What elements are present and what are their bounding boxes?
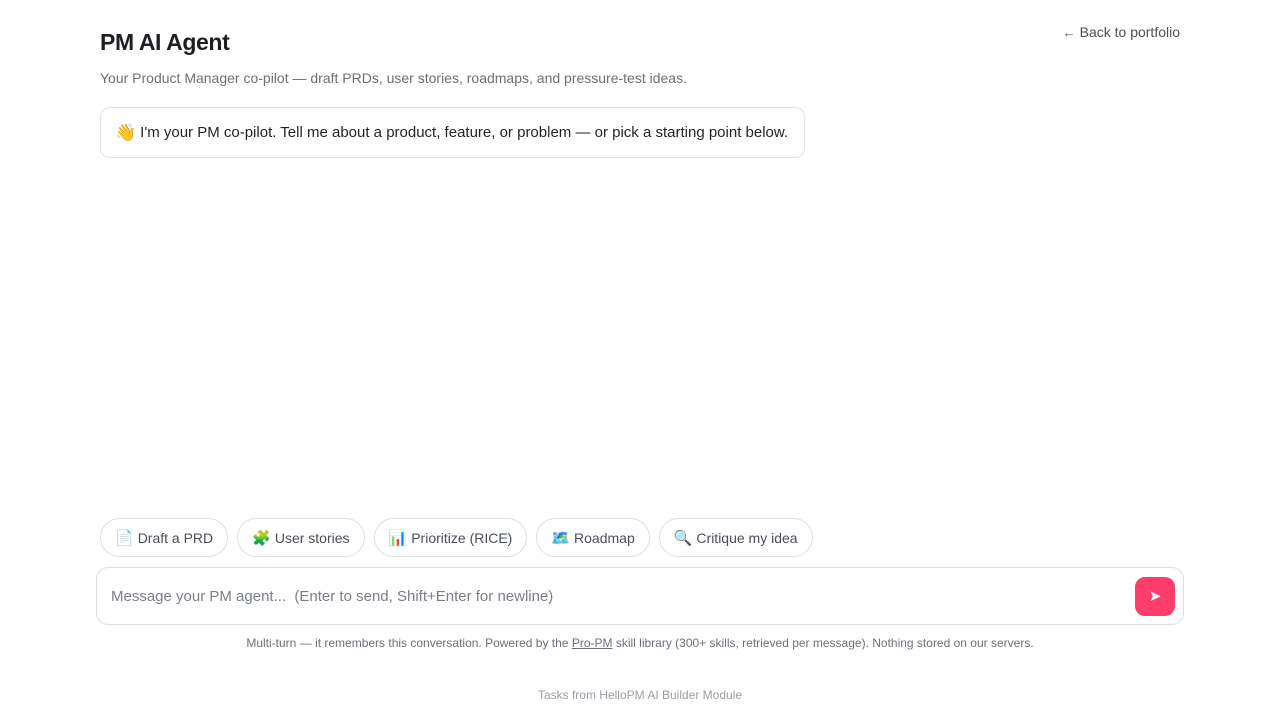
chip-roadmap[interactable]: 🗺️ Roadmap: [536, 518, 650, 557]
footnote: Multi-turn — it remembers this conversat…: [0, 636, 1280, 650]
chip-critique-idea[interactable]: 🔍 Critique my idea: [658, 518, 813, 557]
message-composer: ➤: [96, 567, 1184, 625]
page-subtitle: Your Product Manager co-pilot — draft PR…: [100, 70, 687, 86]
waving-hand-icon: 👋: [115, 122, 137, 142]
footnote-after: skill library (300+ skills, retrieved pe…: [612, 636, 1034, 650]
page-header: PM AI Agent Your Product Manager co-pilo…: [100, 24, 1180, 87]
arrow-left-icon: ←: [1062, 24, 1076, 40]
credit-text: Tasks from HelloPM AI Builder Module: [537, 688, 743, 702]
back-to-portfolio-link[interactable]: ← Back to portfolio: [1063, 24, 1180, 40]
chip-label: User stories: [274, 529, 350, 546]
page-title: PM AI Agent: [100, 29, 230, 55]
send-arrow-icon: ➤: [1148, 588, 1162, 605]
chip-label: Roadmap: [574, 529, 635, 546]
document-icon: 📄: [115, 529, 134, 547]
footnote-before: Multi-turn — it remembers this conversat…: [246, 636, 572, 650]
chip-label: Prioritize (RICE): [411, 529, 513, 546]
starter-prompts: 📄 Draft a PRD 🧩 User stories 📊 Prioritiz…: [100, 518, 813, 557]
chip-label: Draft a PRD: [137, 529, 214, 546]
bar-chart-icon: 📊: [388, 529, 408, 547]
assistant-greeting-message: 👋 I'm your PM co-pilot. Tell me about a …: [100, 107, 806, 158]
pro-pm-link[interactable]: Pro-PM: [572, 636, 613, 650]
chip-user-stories[interactable]: 🧩 User stories: [237, 518, 365, 557]
chip-label: Critique my idea: [696, 529, 798, 546]
magnifier-icon: 🔍: [673, 529, 693, 547]
greeting-text: I'm your PM co-pilot. Tell me about a pr…: [140, 124, 789, 141]
send-button[interactable]: ➤: [1135, 576, 1175, 616]
chip-prioritize-rice[interactable]: 📊 Prioritize (RICE): [373, 518, 528, 557]
message-input[interactable]: [111, 568, 1135, 624]
map-icon: 🗺️: [551, 529, 571, 547]
back-link-label: Back to portfolio: [1079, 24, 1180, 40]
chip-draft-prd[interactable]: 📄 Draft a PRD: [100, 518, 229, 557]
puzzle-piece-icon: 🧩: [252, 529, 271, 547]
